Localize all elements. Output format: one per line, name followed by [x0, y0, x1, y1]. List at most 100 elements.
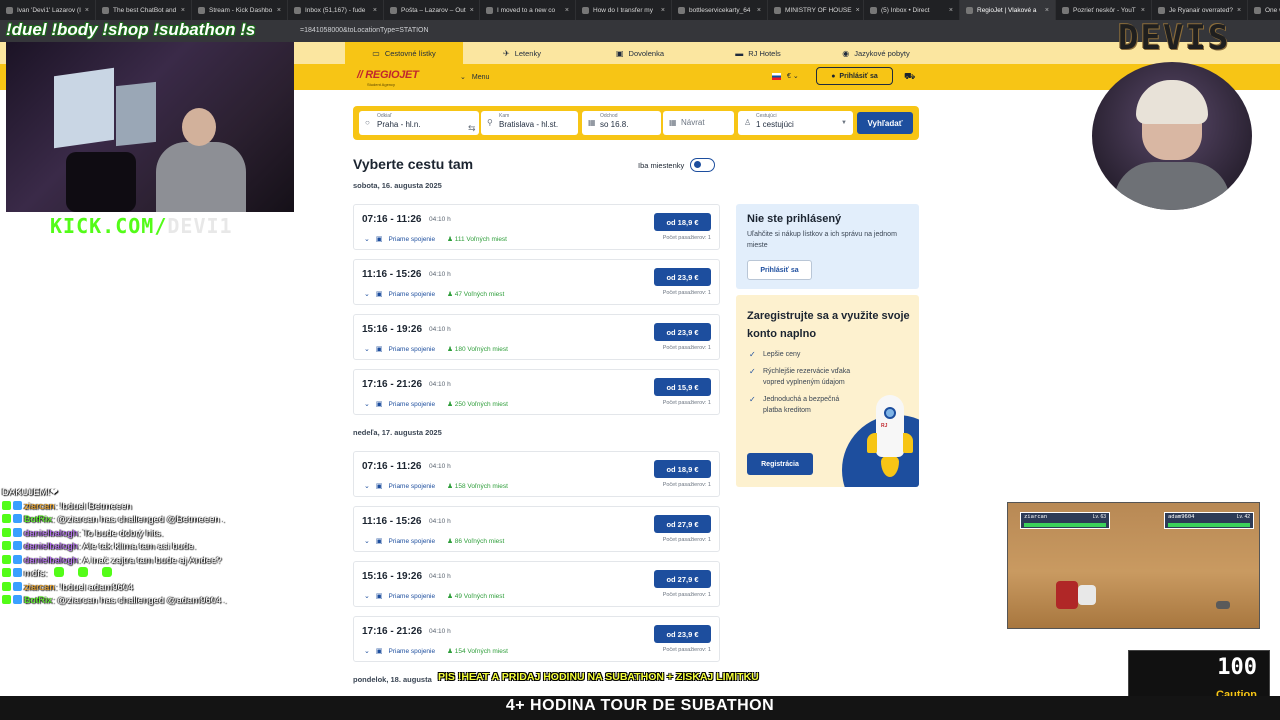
train-icon: ▣ [375, 593, 383, 600]
nav-holidays[interactable]: ▣ Dovolenka [581, 42, 699, 64]
browser-tab[interactable]: RegioJet | Vlakové a × [960, 0, 1056, 20]
seat-only-toggle[interactable]: Iba miestenky [638, 158, 716, 172]
close-tab-icon[interactable]: × [1141, 7, 1145, 14]
browser-tab[interactable]: (5) Inbox • Direct × [864, 0, 960, 20]
close-tab-icon[interactable]: × [277, 7, 281, 14]
connection-card[interactable]: 17:16 - 21:26 04:10 h ⌄ ▣ Priame spojenie ♟ 2… [353, 369, 720, 415]
depart-date-field[interactable]: ▦ Odchod so 16.8. [582, 111, 661, 135]
passenger-count: Počet pasažierov: 1 [662, 235, 711, 241]
person-icon: ♙ [744, 118, 752, 127]
currency-selector[interactable]: € ⌄ [787, 72, 799, 80]
price-button[interactable]: od 23,9 € [654, 323, 711, 341]
search-button[interactable]: Vyhľadať [857, 112, 913, 134]
close-tab-icon[interactable]: × [470, 7, 474, 14]
from-field[interactable]: ○ Odkiaľ Praha - hl.n. ⇆ [359, 111, 479, 135]
chevron-down-icon[interactable]: ⌄ [364, 482, 370, 490]
browser-tab[interactable]: The best ChatBot and × [96, 0, 192, 20]
close-tab-icon[interactable]: × [856, 7, 860, 14]
return-date-field[interactable]: ▦ Návrat [663, 111, 734, 135]
cart-icon[interactable]: ⛟ [904, 71, 915, 83]
chat-username[interactable]: ziarcan [24, 582, 55, 593]
browser-tab[interactable]: Inbox (51,167) - fude × [288, 0, 384, 20]
price-button[interactable]: od 23,9 € [654, 625, 711, 643]
connection-card[interactable]: 07:16 - 11:26 04:10 h ⌄ ▣ Priame spojenie ♟ 1… [353, 451, 720, 497]
chat-username[interactable]: BotRix [24, 595, 52, 606]
chat-username[interactable]: BotRix [24, 514, 52, 525]
chevron-down-icon[interactable]: ⌄ [364, 290, 370, 298]
browser-tab[interactable]: MINISTRY OF HOUSE × [768, 0, 864, 20]
slovak-flag-icon[interactable] [772, 73, 781, 80]
chevron-down-icon[interactable]: ⌄ [364, 647, 370, 655]
connection-card[interactable]: 15:16 - 19:26 04:10 h ⌄ ▣ Priame spojenie ♟ 1… [353, 314, 720, 360]
chevron-down-icon[interactable]: ⌄ [364, 537, 370, 545]
chevron-down-icon[interactable]: ⌄ [364, 235, 370, 243]
chat-username[interactable]: danielbalogh [24, 555, 78, 566]
kick-badge-icon [2, 500, 11, 510]
browser-tab[interactable]: Pozrieť neskôr - YouT × [1056, 0, 1152, 20]
close-tab-icon[interactable]: × [565, 7, 569, 14]
promo-login-button[interactable]: Prihlásiť sa [747, 260, 812, 280]
subscriber-badge-icon [13, 595, 22, 604]
swap-icon[interactable]: ⇆ [468, 123, 476, 134]
nav-label: RJ Hotels [748, 48, 781, 58]
connection-details: ⌄ ▣ Priame spojenie ♟ 154 Voľných miest [364, 647, 508, 656]
close-tab-icon[interactable]: × [1045, 7, 1049, 14]
connection-card[interactable]: 17:16 - 21:26 04:10 h ⌄ ▣ Priame spojenie ♟ 1… [353, 616, 720, 662]
close-tab-icon[interactable]: × [1237, 7, 1241, 14]
connection-card[interactable]: 07:16 - 11:26 04:10 h ⌄ ▣ Priame spojenie ♟ 1… [353, 204, 720, 250]
close-tab-icon[interactable]: × [85, 7, 89, 14]
close-tab-icon[interactable]: × [181, 7, 185, 14]
connection-type: Priame spojenie [388, 592, 436, 600]
toggle-switch[interactable] [690, 158, 716, 172]
nav-hotels[interactable]: ▬ RJ Hotels [699, 42, 817, 64]
chat-username[interactable]: danielbalogh [24, 541, 78, 552]
check-icon: ✓ [749, 350, 756, 359]
price-button[interactable]: od 15,9 € [654, 378, 711, 396]
tab-label: Stream - Kick Dashbo [209, 6, 273, 14]
nav-language-stays[interactable]: ◉ Jazykové pobyty [817, 42, 935, 64]
chat-username[interactable]: ziarcan [24, 501, 55, 512]
connection-card[interactable]: 15:16 - 19:26 04:10 h ⌄ ▣ Priame spojenie ♟ 4… [353, 561, 720, 607]
connection-card[interactable]: 11:16 - 15:26 04:10 h ⌄ ▣ Priame spojenie ♟ 4… [353, 259, 720, 305]
passenger-selector[interactable]: ♙ Cestujúci 1 cestujúci ▼ [738, 111, 853, 135]
close-tab-icon[interactable]: × [661, 7, 665, 14]
close-tab-icon[interactable]: × [373, 7, 377, 14]
tab-label: Pošta – Lazarov – Out [401, 6, 466, 14]
regiojet-logo[interactable]: // REGIOJET [357, 69, 419, 81]
price-button[interactable]: od 27,9 € [654, 515, 711, 533]
chevron-down-icon[interactable]: ⌄ [364, 400, 370, 408]
kick-channel: DEVI1 [167, 214, 233, 238]
browser-tab[interactable]: Ivan 'Devi1' Lazarov (I × [0, 0, 96, 20]
to-field[interactable]: ⚲ Kam Bratislava - hl.st. [481, 111, 578, 135]
browser-tab[interactable]: How do I transfer my × [576, 0, 672, 20]
kick-badge-icon [2, 568, 11, 577]
chat-username[interactable]: mdfs [24, 568, 45, 579]
connection-details: ⌄ ▣ Priame spojenie ♟ 180 Voľných miest [364, 345, 508, 354]
passenger-count: Počet pasažierov: 1 [662, 400, 711, 406]
price-button[interactable]: od 18,9 € [654, 213, 711, 231]
browser-tab[interactable]: bottleservicekarty_64 × [672, 0, 768, 20]
chevron-down-icon[interactable]: ⌄ [364, 345, 370, 353]
browser-tab[interactable]: Pošta – Lazarov – Out × [384, 0, 480, 20]
price-button[interactable]: od 23,9 € [654, 268, 711, 286]
browser-tab[interactable]: I moved to a new co × [480, 0, 576, 20]
connection-duration: 04:10 h [429, 628, 451, 635]
register-button[interactable]: Registrácia [747, 453, 813, 475]
person-icon: ♟ [447, 346, 453, 353]
browser-tab[interactable]: Stream - Kick Dashbo × [192, 0, 288, 20]
nav-flights[interactable]: ✈ Letenky [463, 42, 581, 64]
connection-card[interactable]: 11:16 - 15:26 04:10 h ⌄ ▣ Priame spojenie ♟ 8… [353, 506, 720, 552]
login-button[interactable]: ● Prihlásiť sa [816, 67, 893, 85]
menu-button[interactable]: ⌄ Menu [460, 73, 495, 81]
nav-tickets[interactable]: ▭ Cestovné lístky [345, 42, 463, 64]
price-button[interactable]: od 27,9 € [654, 570, 711, 588]
passenger-count: Počet pasažierov: 1 [662, 345, 711, 351]
chat-username[interactable]: danielbalogh [24, 528, 78, 539]
close-tab-icon[interactable]: × [757, 7, 761, 14]
browser-tab[interactable]: Je Ryanair overrated? × [1152, 0, 1248, 20]
price-button[interactable]: od 18,9 € [654, 460, 711, 478]
player2-hp [1168, 523, 1250, 527]
chevron-down-icon[interactable]: ⌄ [364, 592, 370, 600]
close-tab-icon[interactable]: × [949, 7, 953, 14]
browser-tab[interactable]: One way to New York× [1248, 0, 1280, 20]
